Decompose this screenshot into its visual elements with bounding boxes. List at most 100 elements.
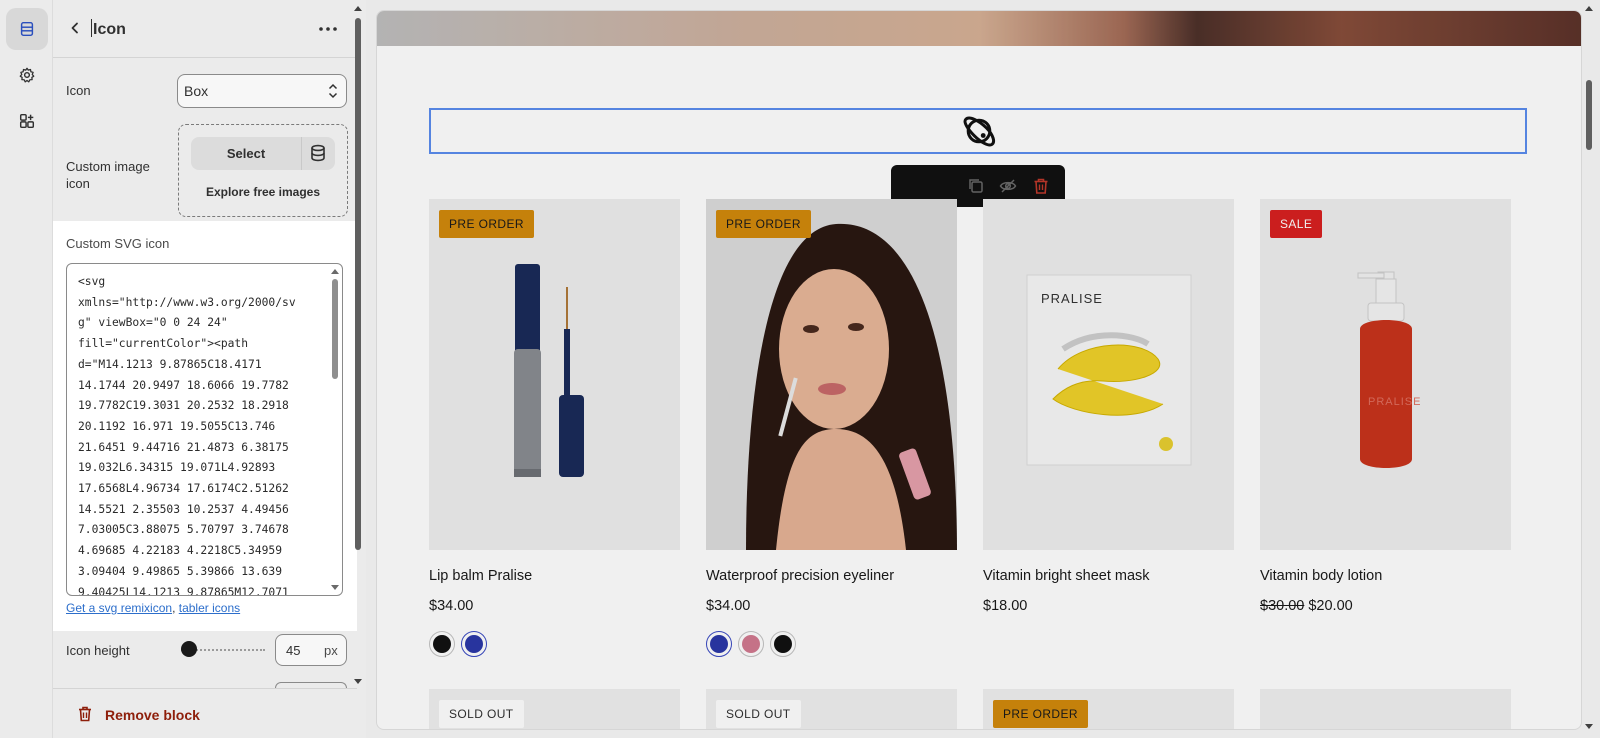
product-title[interactable]: Vitamin body lotion [1260, 568, 1382, 584]
link-prefix: Get a svg [66, 601, 118, 615]
tabler-icons-link[interactable]: tabler icons [179, 601, 240, 615]
product-price: $34.00 [429, 598, 474, 614]
hide-icon[interactable] [999, 177, 1017, 195]
product-card-partial[interactable]: SOLD OUT [429, 689, 680, 729]
link-separator: , [172, 601, 176, 615]
panel-scrollbar[interactable] [352, 4, 364, 686]
product-card-partial[interactable] [1260, 689, 1511, 729]
duplicate-icon[interactable] [967, 177, 985, 195]
icon-select-value: Box [184, 83, 209, 99]
icon-height-input[interactable]: 45 px [275, 634, 347, 666]
more-horizontal-icon [319, 27, 337, 31]
sections-icon [20, 21, 34, 37]
sections-button[interactable] [6, 8, 48, 50]
panel-footer: Remove block [53, 688, 357, 738]
sold-out-badge: SOLD OUT [716, 700, 801, 728]
app-rail [0, 0, 53, 738]
scrollbar-thumb[interactable] [332, 279, 338, 379]
icon-select[interactable]: Box [177, 74, 347, 108]
icon-height-slider-thumb[interactable] [181, 641, 197, 657]
explore-free-images-link[interactable]: Explore free images [179, 185, 347, 199]
icon-field-label: Icon [66, 83, 91, 98]
select-chevron-icon [328, 83, 338, 99]
panel-scrollbar-thumb[interactable] [355, 18, 361, 550]
scroll-up-arrow-icon[interactable] [331, 269, 339, 274]
svg-help-links: Get a svg remixicon, tabler icons [66, 601, 240, 615]
text-cursor [91, 19, 92, 37]
product-price: $34.00 [706, 598, 751, 614]
more-actions-button[interactable] [315, 18, 341, 40]
scroll-down-arrow-icon[interactable] [331, 585, 339, 590]
icon-height-label: Icon height [66, 643, 130, 658]
product-title[interactable]: Waterproof precision eyeliner [706, 568, 894, 584]
icon-block-selected[interactable] [429, 108, 1527, 154]
product-title[interactable]: Lip balm Pralise [429, 568, 532, 584]
storefront-preview[interactable]: PRE ORDER Lip balm Pralise $34.00 PRE OR… [376, 10, 1582, 730]
product-image[interactable]: PRE ORDER [706, 199, 957, 550]
icon-height-unit: px [324, 643, 338, 658]
color-swatch-black[interactable] [429, 631, 455, 657]
button-divider [301, 137, 302, 170]
eyeliner-product-image [429, 199, 680, 550]
body-lotion-image: PRALISE [1260, 199, 1511, 550]
next-field-label-clipped [66, 681, 126, 687]
preview-scroll-down-icon[interactable] [1585, 724, 1593, 729]
preview-scroll-up-icon[interactable] [1585, 6, 1593, 11]
product-image[interactable]: PRALISE [983, 199, 1234, 550]
settings-icon [19, 67, 35, 83]
sale-price: $20.00 [1308, 598, 1353, 614]
product-image[interactable]: PRE ORDER [429, 199, 680, 550]
model-with-lip-gloss-image [706, 199, 957, 550]
color-swatch-navy[interactable] [461, 631, 487, 657]
pre-order-badge: PRE ORDER [439, 210, 534, 238]
sale-badge: SALE [1270, 210, 1323, 238]
product-card-partial[interactable]: PRE ORDER [983, 689, 1234, 729]
custom-image-label: Custom image icon [66, 159, 150, 191]
panel-title[interactable]: Icon [91, 19, 126, 39]
compare-at-price: $30.00 [1260, 598, 1305, 614]
textarea-scrollbar[interactable] [329, 265, 341, 594]
settings-button[interactable] [6, 54, 48, 96]
product-price: $30.00 $20.00 [1260, 598, 1353, 614]
sold-out-badge: SOLD OUT [439, 700, 524, 728]
custom-svg-card: Custom SVG icon <svg xmlns="http://www.w… [53, 221, 357, 631]
lotion-brand-text: PRALISE [1368, 396, 1421, 408]
planet-icon [963, 116, 996, 147]
apps-button[interactable] [6, 100, 48, 142]
product-card-partial[interactable]: SOLD OUT [706, 689, 957, 729]
select-label: Select [226, 146, 266, 161]
trash-icon [79, 706, 91, 722]
preview-scrollbar[interactable] [1584, 6, 1594, 729]
color-swatch-black[interactable] [770, 631, 796, 657]
svg-code-text: <svg xmlns="http://www.w3.org/2000/sv g"… [78, 275, 296, 596]
image-picker: Select Explore free images [178, 124, 348, 217]
chevron-left-icon [71, 22, 78, 34]
panel-scroll-down-icon[interactable] [354, 679, 362, 684]
product-image[interactable]: PRALISE SALE [1260, 199, 1511, 550]
custom-svg-label: Custom SVG icon [66, 236, 170, 251]
apps-icon [19, 113, 35, 129]
product-title[interactable]: Vitamin bright sheet mask [983, 568, 1150, 584]
panel-scroll-up-icon[interactable] [354, 6, 362, 11]
mask-brand-text: PRALISE [1041, 291, 1103, 306]
panel-header: Icon [53, 0, 357, 58]
block-settings-panel: Icon Icon Box Custom image icon Select E… [53, 0, 366, 738]
pre-order-badge: PRE ORDER [716, 210, 811, 238]
remove-block-button[interactable]: Remove block [105, 707, 200, 723]
icon-height-value: 45 [286, 643, 301, 658]
remixicon-link[interactable]: Get a svg remixicon [66, 601, 172, 615]
select-image-button[interactable]: Select [191, 137, 335, 170]
database-icon[interactable] [309, 144, 327, 162]
product-price: $18.00 [983, 598, 1028, 614]
back-button[interactable] [65, 18, 85, 38]
sheet-mask-image: PRALISE [983, 199, 1234, 550]
delete-icon[interactable] [1032, 177, 1050, 195]
preview-scrollbar-thumb[interactable] [1586, 80, 1592, 150]
color-swatch-pink[interactable] [738, 631, 764, 657]
custom-svg-textarea[interactable]: <svg xmlns="http://www.w3.org/2000/sv g"… [66, 263, 343, 596]
pre-order-badge: PRE ORDER [993, 700, 1088, 728]
panel-title-text: Icon [93, 21, 126, 38]
color-swatch-navy[interactable] [706, 631, 732, 657]
remixicon-text: remixicon [120, 601, 173, 615]
hero-image-strip [377, 11, 1581, 46]
